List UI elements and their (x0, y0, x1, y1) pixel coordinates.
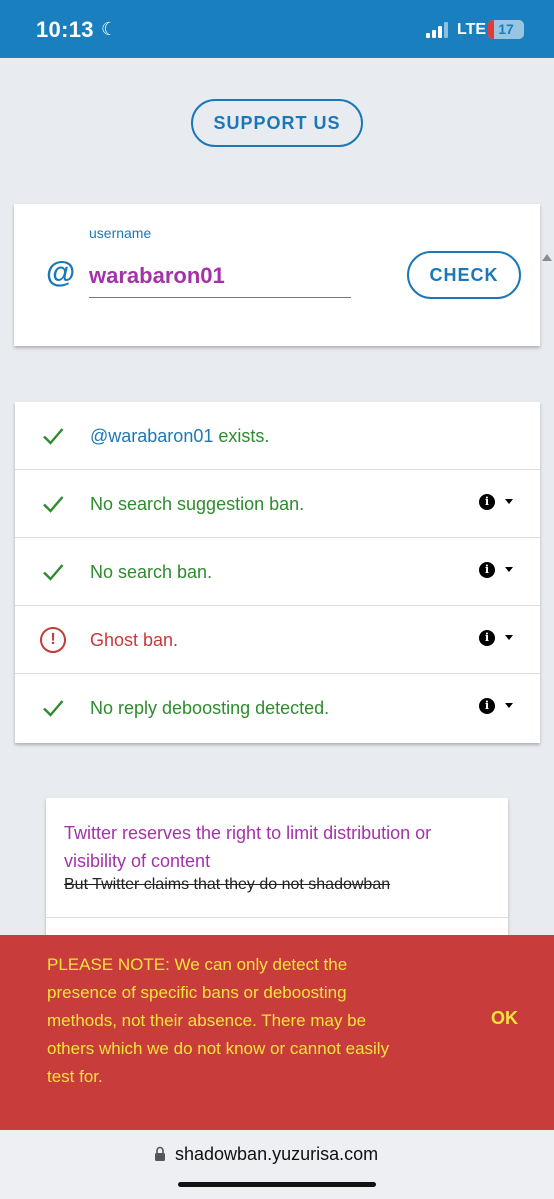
username-input[interactable] (89, 254, 351, 298)
info-icon[interactable]: i (479, 698, 495, 714)
divider (46, 917, 508, 918)
browser-address-bar[interactable]: shadowban.yuzurisa.com (0, 1130, 554, 1199)
status-bar: 10:13 ☾ LTE 17 (0, 0, 554, 58)
notice-strikethrough: But Twitter claims that they do not shad… (64, 876, 391, 893)
result-row-ghost-ban[interactable]: ! Ghost ban. i (15, 606, 540, 674)
check-icon (43, 564, 64, 581)
battery-level: 17 (498, 21, 514, 37)
notice-title: Twitter reserves the right to limit dist… (64, 823, 432, 871)
at-icon: @ (46, 256, 76, 289)
warning-icon: ! (40, 627, 66, 653)
result-row-search-suggestion[interactable]: No search suggestion ban. i (15, 470, 540, 538)
result-text: No reply deboosting detected. (90, 698, 330, 718)
home-indicator (178, 1182, 376, 1187)
info-icon[interactable]: i (479, 562, 495, 578)
result-row-search-ban[interactable]: No search ban. i (15, 538, 540, 606)
clock: 10:13 (36, 17, 94, 42)
expand-caret-icon[interactable] (505, 635, 513, 640)
result-row-reply-deboosting[interactable]: No reply deboosting detected. i (15, 674, 540, 742)
info-icon[interactable]: i (479, 494, 495, 510)
check-icon (43, 428, 64, 445)
banner-text: PLEASE NOTE: We can only detect the pres… (47, 955, 390, 1086)
twitter-notice-card: Twitter reserves the right to limit dist… (46, 798, 508, 948)
check-icon (43, 700, 64, 717)
lock-icon (155, 1146, 165, 1161)
url-text[interactable]: shadowban.yuzurisa.com (175, 1144, 378, 1165)
expand-caret-icon[interactable] (505, 703, 513, 708)
signal-icon (426, 22, 450, 38)
result-text: No search suggestion ban. (90, 494, 305, 514)
result-username: @warabaron01 (90, 426, 214, 446)
expand-caret-icon[interactable] (505, 567, 513, 572)
result-text: @warabaron01 exists. (90, 426, 269, 447)
result-exists-text: exists. (213, 426, 270, 446)
check-icon (43, 496, 64, 513)
scroll-up-icon[interactable] (542, 254, 552, 261)
results-card: @warabaron01 exists. No search suggestio… (15, 402, 540, 743)
username-label: username (89, 225, 152, 241)
result-text: Ghost ban. (90, 630, 179, 650)
username-search-card: @ username CHECK (14, 204, 540, 346)
support-us-button[interactable]: SUPPORT US (191, 99, 363, 147)
network-type: LTE (457, 21, 487, 38)
disclaimer-banner: PLEASE NOTE: We can only detect the pres… (0, 935, 554, 1130)
result-row-exists: @warabaron01 exists. (15, 402, 540, 470)
moon-icon: ☾ (101, 19, 118, 39)
info-icon[interactable]: i (479, 630, 495, 646)
check-button[interactable]: CHECK (407, 251, 521, 299)
expand-caret-icon[interactable] (505, 499, 513, 504)
banner-ok-button[interactable]: OK (491, 1008, 518, 1029)
result-text: No search ban. (90, 562, 213, 582)
battery-icon: 17 (488, 20, 524, 39)
